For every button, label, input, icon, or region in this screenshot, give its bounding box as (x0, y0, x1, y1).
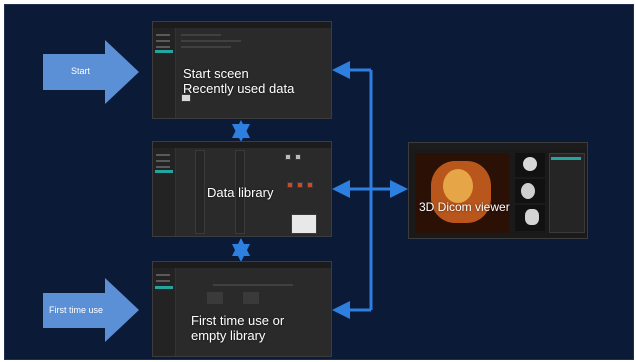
first-time-thumbnail: First time use or empty library (152, 261, 332, 357)
first-time-arrow-label: First time use (49, 305, 104, 315)
data-library-thumbnail: Data library (152, 141, 332, 237)
dicom-viewer-label: 3D Dicom viewer (419, 200, 510, 214)
dicom-viewer-thumbnail: 3D Dicom viewer (408, 142, 588, 239)
first-time-label: First time use or empty library (191, 313, 285, 344)
first-time-line1: First time use or (191, 313, 285, 328)
start-arrow-label: Start (71, 66, 91, 76)
start-screen-thumbnail: Start sceen Recently used data (152, 21, 332, 119)
start-screen-label: Start sceen Recently used data (183, 66, 295, 97)
start-screen-line1: Start sceen (183, 66, 249, 81)
start-screen-line2: Recently used data (183, 80, 295, 96)
first-time-line2: empty library (191, 327, 266, 343)
data-library-label: Data library (207, 185, 274, 200)
slide: Start First time use Start sceen Recentl… (4, 4, 634, 360)
start-arrow-shape (43, 40, 139, 104)
